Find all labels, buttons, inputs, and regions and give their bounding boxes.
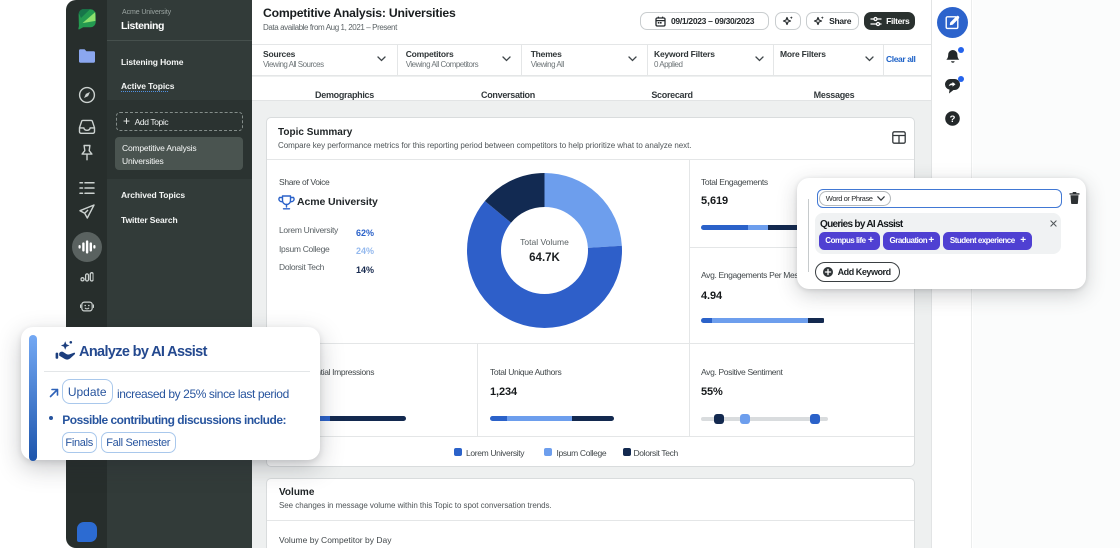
- svg-text:?: ?: [949, 114, 955, 125]
